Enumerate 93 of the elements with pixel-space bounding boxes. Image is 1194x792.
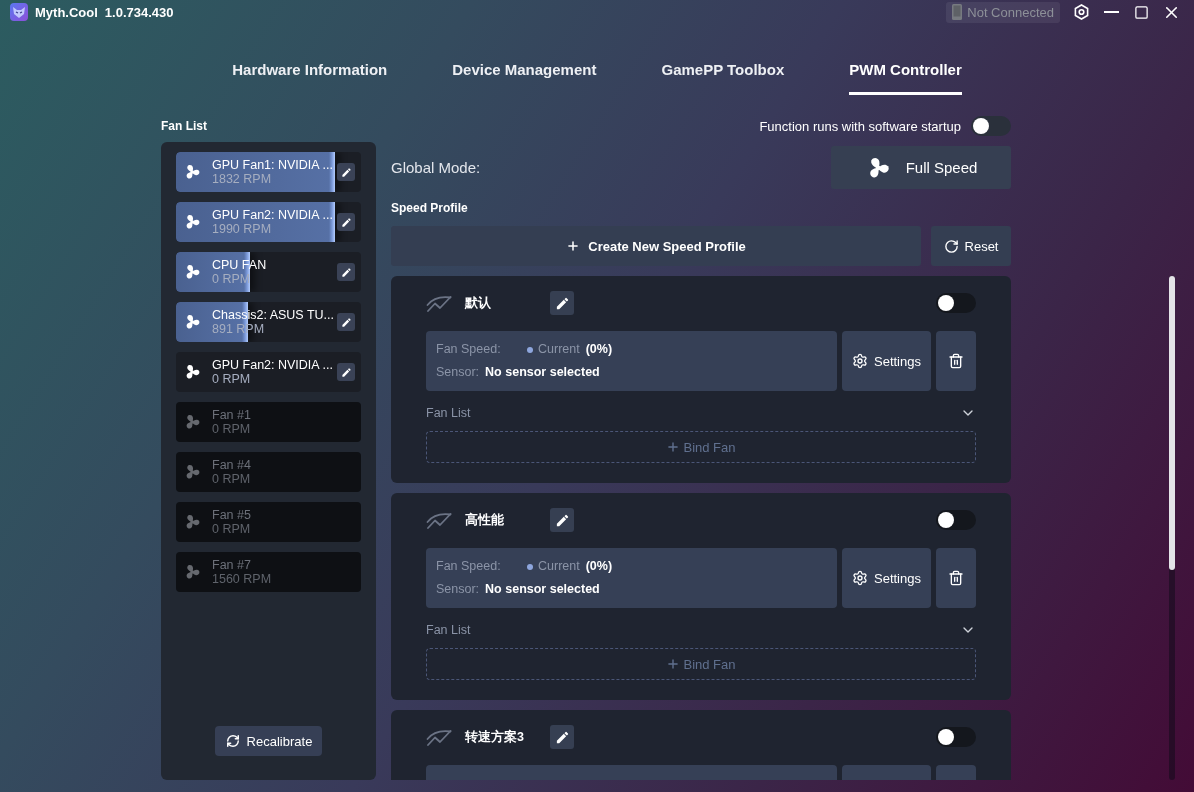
edit-button[interactable]: [337, 263, 355, 281]
edit-button[interactable]: [337, 163, 355, 181]
fan-rpm: 0 RPM: [212, 472, 252, 486]
reset-button[interactable]: Reset: [931, 226, 1011, 266]
delete-button[interactable]: [936, 548, 976, 608]
pencil-icon: [554, 729, 570, 745]
settings-icon: [1073, 4, 1089, 20]
fan-list-item[interactable]: GPU Fan2: NVIDIA ... 1990 RPM: [176, 202, 361, 242]
app-logo-icon: [10, 3, 28, 21]
dot-icon: [527, 346, 533, 353]
speed-profile-title: Speed Profile: [391, 201, 468, 215]
minimize-icon: [1103, 11, 1119, 13]
create-profile-button[interactable]: Create New Speed Profile: [391, 226, 921, 266]
fan-rpm: 0 RPM: [212, 422, 252, 436]
nav-tab[interactable]: Device Management: [452, 60, 597, 95]
edit-button[interactable]: [550, 725, 574, 749]
trash-icon: [948, 353, 964, 369]
curve-icon: [426, 728, 452, 746]
fan-rpm: 0 RPM: [212, 372, 252, 386]
current-value: (0%): [585, 559, 613, 574]
connection-status-text: Not Connected: [967, 4, 1054, 20]
fan-name: Fan #5: [212, 508, 252, 522]
fan-rpm: 1560 RPM: [212, 572, 273, 586]
fan-list-item[interactable]: GPU Fan2: NVIDIA ... 0 RPM: [176, 352, 361, 392]
fan-name: Fan #7: [212, 558, 252, 572]
pencil-icon: [340, 316, 352, 328]
toggle-switch[interactable]: [971, 116, 1011, 136]
curve-icon: [426, 511, 452, 529]
fan-name: Fan #4: [212, 458, 252, 472]
sensor-value: No sensor selected: [485, 582, 600, 597]
settings-button[interactable]: Settings: [842, 331, 931, 391]
nav-tab[interactable]: GamePP Toolbox: [661, 60, 785, 95]
plus-icon: [666, 657, 681, 671]
current-label: Current: [538, 559, 580, 574]
dot-icon: [527, 563, 533, 570]
pencil-icon: [340, 366, 352, 378]
toggle-switch[interactable]: [936, 293, 976, 313]
plus-icon: [666, 440, 681, 454]
profile-name: 高性能: [465, 511, 505, 529]
plus-icon: [566, 239, 581, 253]
settings-icon: [852, 570, 868, 586]
app-name: Myth.Cool: [35, 4, 98, 20]
pencil-icon: [554, 295, 570, 311]
refresh-icon: [225, 734, 240, 748]
profile-name: 转速方案3: [465, 728, 525, 746]
global-mode-label: Global Mode:: [391, 159, 481, 176]
pencil-icon: [554, 512, 570, 528]
reset-icon: [943, 238, 959, 254]
scrollbar-track[interactable]: [1169, 276, 1175, 780]
fan-rpm: 1832 RPM: [212, 172, 273, 186]
fan-list-label: Fan List: [426, 406, 471, 420]
fan-name: Fan #1: [212, 408, 252, 422]
startup-toggle-label: Function runs with software startup: [759, 118, 961, 134]
pencil-icon: [340, 166, 352, 178]
fan-list-title: Fan List: [161, 118, 207, 134]
edit-button[interactable]: [550, 508, 574, 532]
toggle-switch[interactable]: [936, 510, 976, 530]
pencil-icon: [340, 216, 352, 228]
edit-button[interactable]: [337, 363, 355, 381]
sensor-label: Sensor:: [436, 582, 480, 597]
current-label: Current: [538, 342, 580, 357]
trash-icon: [948, 570, 964, 586]
scrollbar-thumb[interactable]: [1169, 276, 1175, 570]
fan-name: GPU Fan2: NVIDIA ...: [212, 358, 334, 372]
current-value: (0%): [585, 342, 613, 357]
edit-button[interactable]: [337, 313, 355, 331]
sensor-value: No sensor selected: [485, 365, 600, 380]
sensor-label: Sensor:: [436, 365, 480, 380]
app-version: 1.0.734.430: [104, 4, 174, 20]
maximize-icon: [1133, 4, 1149, 20]
toggle-switch[interactable]: [936, 727, 976, 747]
edit-button[interactable]: [337, 213, 355, 231]
fan-list-item[interactable]: GPU Fan1: NVIDIA ... 1832 RPM: [176, 152, 361, 192]
fan-speed-label: Fan Speed:: [436, 559, 502, 574]
curve-icon: [426, 294, 452, 312]
profile-name: 默认: [465, 294, 492, 312]
fan-speed-label: Fan Speed:: [436, 342, 502, 357]
phone-icon: [952, 4, 963, 20]
fan-rpm: 0 RPM: [212, 522, 252, 536]
fan-list-label: Fan List: [426, 623, 471, 637]
fan-rpm: 1990 RPM: [212, 222, 273, 236]
pencil-icon: [340, 266, 352, 278]
global-mode-button[interactable]: Full Speed: [831, 146, 1011, 189]
fan-name: GPU Fan2: NVIDIA ...: [212, 208, 334, 222]
recalibrate-button[interactable]: Recalibrate: [214, 726, 323, 756]
button-panel: [936, 765, 976, 780]
delete-button[interactable]: [936, 331, 976, 391]
settings-button[interactable]: Settings: [842, 548, 931, 608]
nav-tab[interactable]: Hardware Information: [232, 60, 388, 95]
settings-icon: [852, 353, 868, 369]
fan-name: GPU Fan1: NVIDIA ...: [212, 158, 334, 172]
nav-tab[interactable]: PWM Controller: [849, 60, 962, 95]
edit-button[interactable]: [550, 291, 574, 315]
